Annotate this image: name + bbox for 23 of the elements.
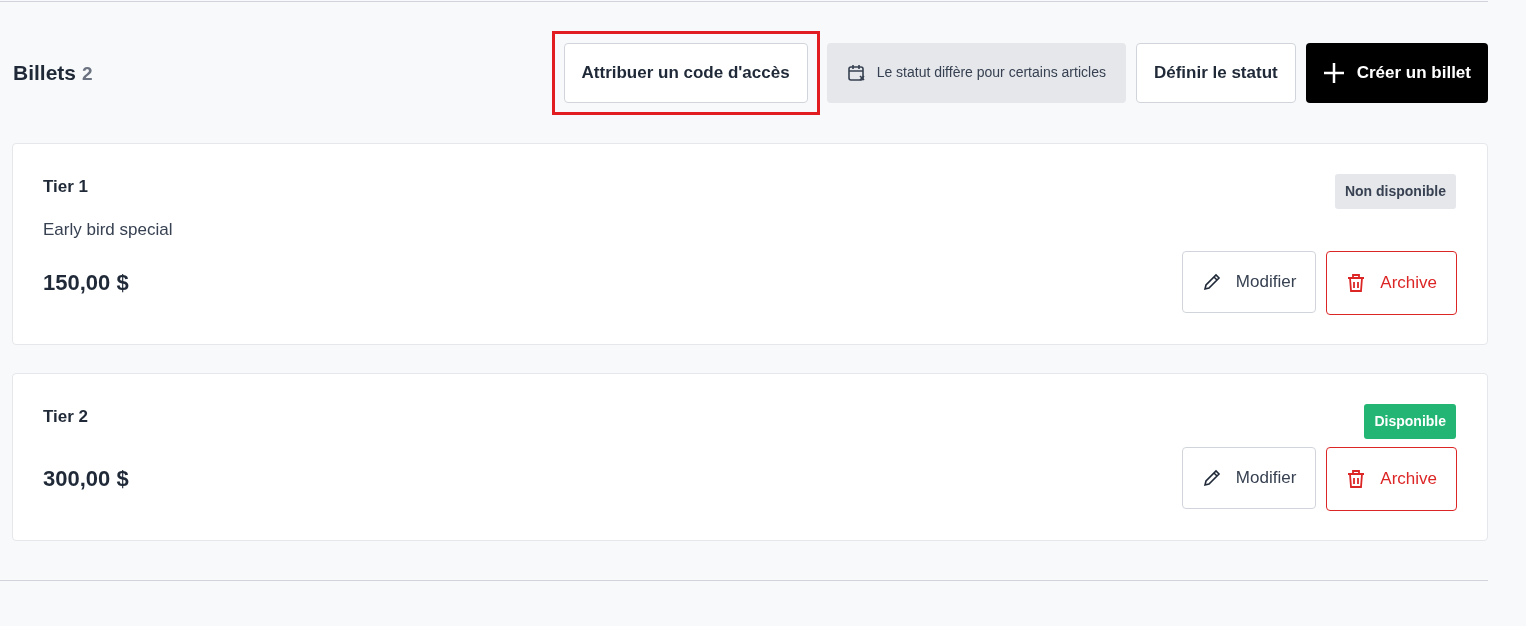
pencil-icon (1201, 467, 1222, 488)
status-button[interactable]: Le statut diffère pour certains articles (826, 42, 1126, 103)
status-badge: Non disponible (1334, 174, 1456, 209)
pencil-icon (1201, 271, 1222, 292)
action-button[interactable]: Attribuer un code d'accès (563, 42, 808, 103)
create-button[interactable]: Créer un billet (1305, 42, 1488, 103)
calendar-x-icon (846, 62, 867, 83)
trash-icon (1346, 468, 1367, 489)
edit-button[interactable]: Modifier (1181, 446, 1317, 509)
plus-icon (1322, 61, 1345, 84)
archive-button[interactable]: Archive (1326, 446, 1457, 511)
archive-button[interactable]: Archive (1326, 250, 1457, 315)
ticket-count: 2 (82, 61, 93, 86)
edit-button[interactable]: Modifier (1181, 250, 1317, 313)
ticket-description: Early bird special (43, 219, 174, 241)
action-button[interactable]: Définir le statut (1135, 42, 1296, 103)
section-title: Billets (13, 59, 77, 86)
status-badge: Disponible (1364, 403, 1456, 439)
ticket-name: Tier 2 (43, 405, 89, 428)
ticket-price: 300,00 $ (43, 465, 129, 493)
ticket-price: 150,00 $ (43, 269, 129, 297)
trash-icon (1346, 272, 1367, 293)
ticket-name: Tier 1 (43, 176, 89, 198)
